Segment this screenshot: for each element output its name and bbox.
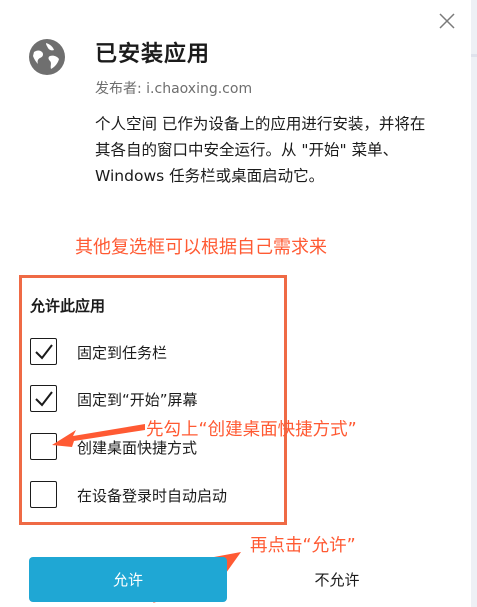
checkmark-icon xyxy=(35,344,53,360)
app-title: 已安装应用 xyxy=(95,42,211,67)
checkmark-icon xyxy=(35,391,53,407)
option-pin-taskbar[interactable]: 固定到任务栏 xyxy=(30,338,280,368)
window-edge xyxy=(471,0,477,607)
close-button[interactable] xyxy=(432,6,460,34)
annotation-middle: 先勾上“创建桌面快捷方式” xyxy=(146,420,357,440)
edge-tick xyxy=(471,54,477,57)
globe-icon xyxy=(28,38,66,76)
option-label: 固定到任务栏 xyxy=(77,344,168,362)
option-label: 固定到“开始”屏幕 xyxy=(77,391,198,409)
annotation-bottom: 再点击“允许” xyxy=(250,536,356,556)
option-label: 在设备登录时自动启动 xyxy=(77,487,228,505)
option-pin-start[interactable]: 固定到“开始”屏幕 xyxy=(30,385,280,415)
allow-button[interactable]: 允许 xyxy=(29,557,227,602)
close-icon xyxy=(439,13,455,29)
checkbox-autostart[interactable] xyxy=(30,481,57,508)
annotation-top: 其他复选框可以根据自己需求来 xyxy=(75,237,327,258)
checkbox-pin-start[interactable] xyxy=(30,385,57,412)
app-description: 个人空间 已作为设备上的应用进行安装，并将在其各自的窗口中安全运行。从 "开始"… xyxy=(95,115,426,185)
deny-button[interactable]: 不允许 xyxy=(238,557,436,602)
checkbox-pin-taskbar[interactable] xyxy=(30,338,57,365)
permissions-title: 允许此应用 xyxy=(30,297,106,315)
option-autostart[interactable]: 在设备登录时自动启动 xyxy=(30,481,280,511)
checkbox-desktop-shortcut[interactable] xyxy=(30,433,57,460)
publisher-text: 发布者: i.chaoxing.com xyxy=(95,81,253,97)
